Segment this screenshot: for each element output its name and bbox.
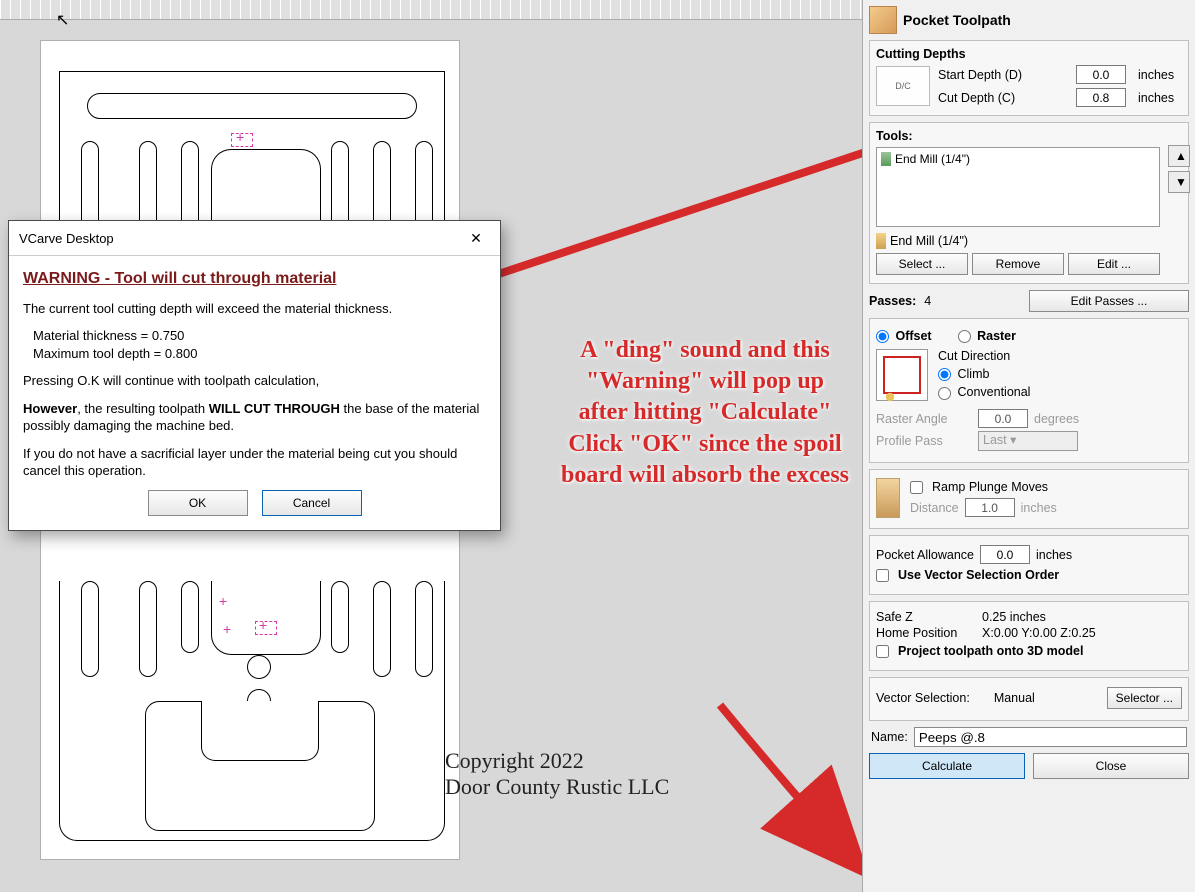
dialog-heading: WARNING - Tool will cut through material <box>23 268 486 290</box>
dialog-cancel-button[interactable]: Cancel <box>262 490 362 516</box>
toolpath-name-input[interactable] <box>914 727 1187 747</box>
use-vso-checkbox[interactable]: Use Vector Selection Order <box>876 568 1182 582</box>
cut-depth-label: Cut Depth (C) <box>938 91 1070 105</box>
raster-radio[interactable]: Raster <box>958 329 1016 343</box>
tool-list[interactable]: End Mill (1/4") <box>876 147 1160 227</box>
selected-tool-label: End Mill (1/4") <box>890 234 968 248</box>
passes-row: Passes: 4 Edit Passes ... <box>869 290 1189 312</box>
raster-angle-unit: degrees <box>1034 412 1079 426</box>
max-depth-label: Maximum tool depth = <box>33 346 161 361</box>
dialog-line1: The current tool cutting depth will exce… <box>23 300 486 318</box>
conventional-radio[interactable]: Conventional <box>938 385 1030 399</box>
close-button[interactable]: Close <box>1033 753 1189 779</box>
dialog-line4: If you do not have a sacrificial layer u… <box>23 445 486 480</box>
name-label: Name: <box>871 730 908 744</box>
safez-label: Safe Z <box>876 610 976 624</box>
cut-direction-label: Cut Direction <box>938 349 1030 363</box>
offset-radio[interactable]: Offset <box>876 329 932 343</box>
profile-pass-label: Profile Pass <box>876 434 972 448</box>
safez-value: 0.25 inches <box>982 610 1046 624</box>
profile-pass-select: Last ▾ <box>978 431 1078 451</box>
copyright: Copyright 2022 Door County Rustic LLC <box>445 748 669 800</box>
machine-info-section: Safe Z 0.25 inches Home Position X:0.00 Y:… <box>869 601 1189 671</box>
panel-header: Pocket Toolpath <box>869 4 1189 40</box>
max-depth-value: 0.800 <box>165 346 198 361</box>
cursor-arrow-icon: ↖ <box>56 10 69 30</box>
home-label: Home Position <box>876 626 976 640</box>
copyright-line2: Door County Rustic LLC <box>445 774 669 800</box>
copyright-line1: Copyright 2022 <box>445 748 669 774</box>
ramp-distance-input <box>965 498 1015 517</box>
close-icon: ✕ <box>470 230 482 247</box>
start-depth-unit: inches <box>1138 68 1182 82</box>
calculate-button[interactable]: Calculate <box>869 753 1025 779</box>
warning-dialog: VCarve Desktop ✕ WARNING - Tool will cut… <box>8 220 501 531</box>
ramp-distance-label: Distance <box>910 501 959 515</box>
pocket-toolpath-icon <box>869 6 897 34</box>
home-value: X:0.00 Y:0.00 Z:0.25 <box>982 626 1096 640</box>
offset-preview-icon <box>876 349 928 401</box>
ruler-horizontal <box>0 0 862 20</box>
endmill-icon <box>881 152 891 166</box>
pocket-style-section: Offset Raster Cut Direction Climb Conven… <box>869 318 1189 463</box>
tools-title: Tools: <box>876 129 1160 143</box>
remove-tool-button[interactable]: Remove <box>972 253 1064 275</box>
toolpath-panel: Pocket Toolpath Cutting Depths D/C Start… <box>862 0 1195 892</box>
vector-selection-mode: Manual <box>994 691 1035 705</box>
tool-list-item[interactable]: End Mill (1/4") <box>881 152 1155 166</box>
tools-section: Tools: End Mill (1/4") ▲ ▼ End Mill (1/4… <box>869 122 1189 284</box>
select-tool-button[interactable]: Select ... <box>876 253 968 275</box>
dialog-title: VCarve Desktop <box>19 231 114 246</box>
passes-label: Passes: <box>869 294 916 308</box>
ramp-plunge-checkbox[interactable]: Ramp Plunge Moves <box>910 480 1057 494</box>
dialog-line2: Pressing O.K will continue with toolpath… <box>23 372 486 390</box>
pocket-allowance-input[interactable] <box>980 545 1030 564</box>
edit-passes-button[interactable]: Edit Passes ... <box>1029 290 1189 312</box>
dialog-line3: However, the resulting toolpath WILL CUT… <box>23 400 486 435</box>
endmill-icon <box>876 233 886 249</box>
vector-selection-section: Vector Selection: Manual Selector ... <box>869 677 1189 721</box>
pocket-allowance-label: Pocket Allowance <box>876 548 974 562</box>
start-depth-label: Start Depth (D) <box>938 68 1070 82</box>
material-thickness-label: Material thickness = <box>33 328 148 343</box>
tool-list-item-label: End Mill (1/4") <box>895 152 970 166</box>
tool-move-up-button[interactable]: ▲ <box>1168 145 1190 167</box>
edit-tool-button[interactable]: Edit ... <box>1068 253 1160 275</box>
selected-tool: End Mill (1/4") <box>876 233 1160 249</box>
ramp-distance-unit: inches <box>1021 501 1057 515</box>
dialog-close-button[interactable]: ✕ <box>462 227 490 249</box>
allowance-section: Pocket Allowance inches Use Vector Selec… <box>869 535 1189 595</box>
depth-diagram-icon: D/C <box>876 66 930 106</box>
cut-depth-unit: inches <box>1138 91 1182 105</box>
project-3d-checkbox[interactable]: Project toolpath onto 3D model <box>876 644 1182 658</box>
annotation-text: A "ding" sound and this "Warning" will p… <box>560 335 850 491</box>
ramp-section: Ramp Plunge Moves Distance inches <box>869 469 1189 529</box>
start-depth-input[interactable] <box>1076 65 1126 84</box>
climb-radio[interactable]: Climb <box>938 367 1030 381</box>
raster-angle-input <box>978 409 1028 428</box>
panel-title: Pocket Toolpath <box>903 12 1011 28</box>
dialog-ok-button[interactable]: OK <box>148 490 248 516</box>
selector-button[interactable]: Selector ... <box>1107 687 1182 709</box>
tool-move-down-button[interactable]: ▼ <box>1168 171 1190 193</box>
cutting-depths-title: Cutting Depths <box>876 47 1182 61</box>
pocket-allowance-unit: inches <box>1036 548 1072 562</box>
raster-angle-label: Raster Angle <box>876 412 972 426</box>
ramp-icon <box>876 478 900 518</box>
passes-value: 4 <box>924 294 931 308</box>
vector-selection-label: Vector Selection: <box>876 691 970 705</box>
cutting-depths-section: Cutting Depths D/C Start Depth (D) inche… <box>869 40 1189 116</box>
cut-depth-input[interactable] <box>1076 88 1126 107</box>
material-thickness-value: 0.750 <box>152 328 185 343</box>
